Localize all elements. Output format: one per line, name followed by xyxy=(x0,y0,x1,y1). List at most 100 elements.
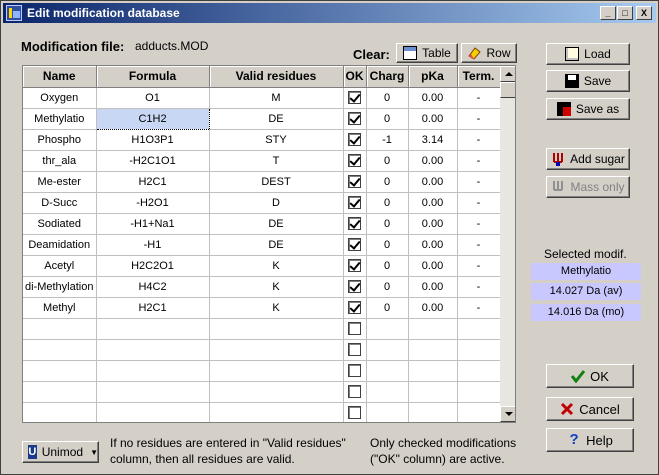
cell-term[interactable] xyxy=(457,381,501,403)
table-row[interactable] xyxy=(23,339,501,361)
cell-pka[interactable] xyxy=(408,402,458,422)
cell-pka[interactable]: 0.00 xyxy=(408,108,458,130)
ok-checkbox[interactable] xyxy=(348,196,361,209)
cell-valid-residues[interactable]: T xyxy=(209,150,344,172)
cell-term[interactable]: - xyxy=(457,171,501,193)
cell-charge[interactable]: -1 xyxy=(366,129,409,151)
cell-pka[interactable]: 0.00 xyxy=(408,255,458,277)
cell-formula[interactable] xyxy=(96,318,210,340)
table-row[interactable]: thr_ala -H2C1O1 T 0 0.00- xyxy=(23,150,501,172)
cell-formula[interactable]: O1 xyxy=(96,87,210,109)
cell-charge[interactable]: 0 xyxy=(366,234,409,256)
cell-name[interactable]: Me-ester xyxy=(23,171,97,193)
ok-checkbox[interactable] xyxy=(348,154,361,167)
cell-term[interactable] xyxy=(457,339,501,361)
cell-pka[interactable]: 0.00 xyxy=(408,171,458,193)
cell-ok[interactable] xyxy=(343,213,367,235)
cell-charge[interactable] xyxy=(366,360,409,382)
cell-formula[interactable]: H2C1 xyxy=(96,297,210,319)
table-row[interactable]: Acetyl H2C2O1 K 0 0.00- xyxy=(23,255,501,277)
cell-pka[interactable] xyxy=(408,318,458,340)
cell-valid-residues[interactable]: DE xyxy=(209,234,344,256)
cell-ok[interactable] xyxy=(343,192,367,214)
cell-term[interactable]: - xyxy=(457,87,501,109)
table-row[interactable]: Methylatio C1H2 DE 0 0.00- xyxy=(23,107,501,130)
save-button[interactable]: Save xyxy=(546,70,630,92)
table-row[interactable] xyxy=(23,381,501,403)
cell-charge[interactable] xyxy=(366,318,409,340)
add-sugar-button[interactable]: Add sugar xyxy=(546,148,630,170)
cell-ok[interactable] xyxy=(343,171,367,193)
cell-valid-residues[interactable] xyxy=(209,402,344,422)
cell-name[interactable]: D-Succ xyxy=(23,192,97,214)
table-row[interactable]: Me-ester H2C1 DEST 0 0.00- xyxy=(23,171,501,193)
cell-formula[interactable]: H2C2O1 xyxy=(96,255,210,277)
ok-checkbox[interactable] xyxy=(348,406,361,419)
table-row[interactable] xyxy=(23,402,501,422)
cell-term[interactable]: - xyxy=(457,234,501,256)
cell-ok[interactable] xyxy=(343,381,367,403)
cell-formula[interactable]: -H2O1 xyxy=(96,192,210,214)
cell-valid-residues[interactable]: STY xyxy=(209,129,344,151)
cell-name[interactable]: thr_ala xyxy=(23,150,97,172)
cell-valid-residues[interactable] xyxy=(209,360,344,382)
table-row[interactable]: Oxygen O1 M 0 0.00- xyxy=(23,87,501,109)
cell-formula[interactable]: C1H2 xyxy=(95,107,210,130)
cell-name[interactable]: Sodiated xyxy=(23,213,97,235)
cell-term[interactable]: - xyxy=(457,150,501,172)
ok-checkbox[interactable] xyxy=(348,217,361,230)
cell-formula[interactable]: H1O3P1 xyxy=(96,129,210,151)
cell-term[interactable]: - xyxy=(457,192,501,214)
table-row[interactable]: D-Succ -H2O1 D 0 0.00- xyxy=(23,192,501,214)
load-button[interactable]: Load xyxy=(546,43,630,65)
column-header-ok[interactable]: OK xyxy=(343,66,367,88)
ok-checkbox[interactable] xyxy=(348,91,361,104)
cell-term[interactable]: - xyxy=(457,276,501,298)
cell-name[interactable]: Methyl xyxy=(23,297,97,319)
table-vertical-scrollbar[interactable] xyxy=(500,66,515,422)
cancel-button[interactable]: Cancel xyxy=(546,397,634,421)
cell-valid-residues[interactable]: DEST xyxy=(209,171,344,193)
cell-ok[interactable] xyxy=(343,402,367,422)
cell-pka[interactable] xyxy=(408,360,458,382)
cell-ok[interactable] xyxy=(343,234,367,256)
ok-button[interactable]: OK xyxy=(546,364,634,388)
ok-checkbox[interactable] xyxy=(348,280,361,293)
cell-valid-residues[interactable]: K xyxy=(209,276,344,298)
cell-name[interactable]: Acetyl xyxy=(23,255,97,277)
cell-name[interactable] xyxy=(23,318,97,340)
cell-pka[interactable]: 0.00 xyxy=(408,150,458,172)
cell-formula[interactable] xyxy=(96,339,210,361)
cell-valid-residues[interactable]: DE xyxy=(209,213,344,235)
table-row[interactable] xyxy=(23,318,501,340)
cell-term[interactable]: - xyxy=(457,129,501,151)
cell-charge[interactable]: 0 xyxy=(366,297,409,319)
cell-name[interactable]: Oxygen xyxy=(23,87,97,109)
cell-pka[interactable]: 0.00 xyxy=(408,276,458,298)
ok-checkbox[interactable] xyxy=(348,343,361,356)
ok-checkbox[interactable] xyxy=(348,301,361,314)
cell-ok[interactable] xyxy=(343,297,367,319)
cell-ok[interactable] xyxy=(343,255,367,277)
ok-checkbox[interactable] xyxy=(348,112,361,125)
scroll-up-button[interactable] xyxy=(500,66,515,82)
cell-pka[interactable]: 0.00 xyxy=(408,234,458,256)
cell-term[interactable] xyxy=(457,360,501,382)
cell-term[interactable]: - xyxy=(457,255,501,277)
cell-valid-residues[interactable]: D xyxy=(209,192,344,214)
cell-formula[interactable]: -H1+Na1 xyxy=(96,213,210,235)
cell-formula[interactable] xyxy=(96,402,210,422)
cell-charge[interactable] xyxy=(366,381,409,403)
unimod-button[interactable]: U Unimod ▼ xyxy=(22,441,99,463)
cell-name[interactable]: Phospho xyxy=(23,129,97,151)
cell-name[interactable] xyxy=(23,360,97,382)
cell-name[interactable] xyxy=(23,339,97,361)
cell-valid-residues[interactable]: DE xyxy=(209,108,344,130)
cell-term[interactable] xyxy=(457,402,501,422)
ok-checkbox[interactable] xyxy=(348,385,361,398)
cell-pka[interactable]: 0.00 xyxy=(408,297,458,319)
help-button[interactable]: ? Help xyxy=(546,428,634,452)
cell-charge[interactable] xyxy=(366,402,409,422)
cell-formula[interactable]: H4C2 xyxy=(96,276,210,298)
table-row[interactable]: Deamidation -H1 DE 0 0.00- xyxy=(23,234,501,256)
